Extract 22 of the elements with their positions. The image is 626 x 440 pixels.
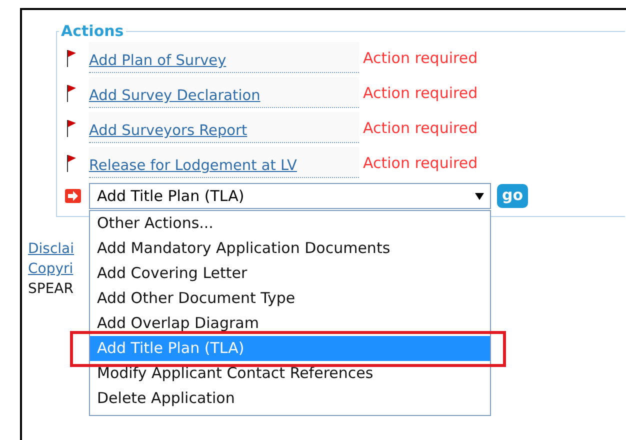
footer-text: SPEAR — [28, 280, 74, 299]
dropdown-option[interactable]: Add Covering Letter — [90, 261, 490, 286]
action-dropdown[interactable]: Add Title Plan (TLA) — [89, 183, 491, 209]
dropdown-option[interactable]: Delete Application — [90, 386, 490, 411]
status-text: Action required — [363, 84, 478, 102]
dropdown-option[interactable]: Add Other Document Type — [90, 286, 490, 311]
status-text: Action required — [363, 48, 478, 66]
status-text: Action required — [363, 118, 478, 136]
dropdown-option[interactable]: Add Overlap Diagram — [90, 311, 490, 336]
arrow-icon — [65, 189, 81, 203]
flag-icon — [65, 84, 77, 102]
dropdown-option[interactable]: Other Actions... — [90, 211, 490, 236]
status-text: Action required — [363, 154, 478, 172]
flag-icon — [65, 48, 77, 66]
dropdown-option[interactable]: Modify Applicant Contact References — [90, 361, 490, 386]
flag-icon — [65, 154, 77, 172]
dropdown-option[interactable]: Add Mandatory Application Documents — [90, 236, 490, 261]
caret-icon — [475, 192, 484, 200]
section-title: Actions — [60, 22, 125, 40]
flag-icon — [65, 118, 77, 136]
footer-link[interactable]: Disclai — [28, 239, 74, 259]
footer-link[interactable]: Copyri — [28, 259, 74, 279]
